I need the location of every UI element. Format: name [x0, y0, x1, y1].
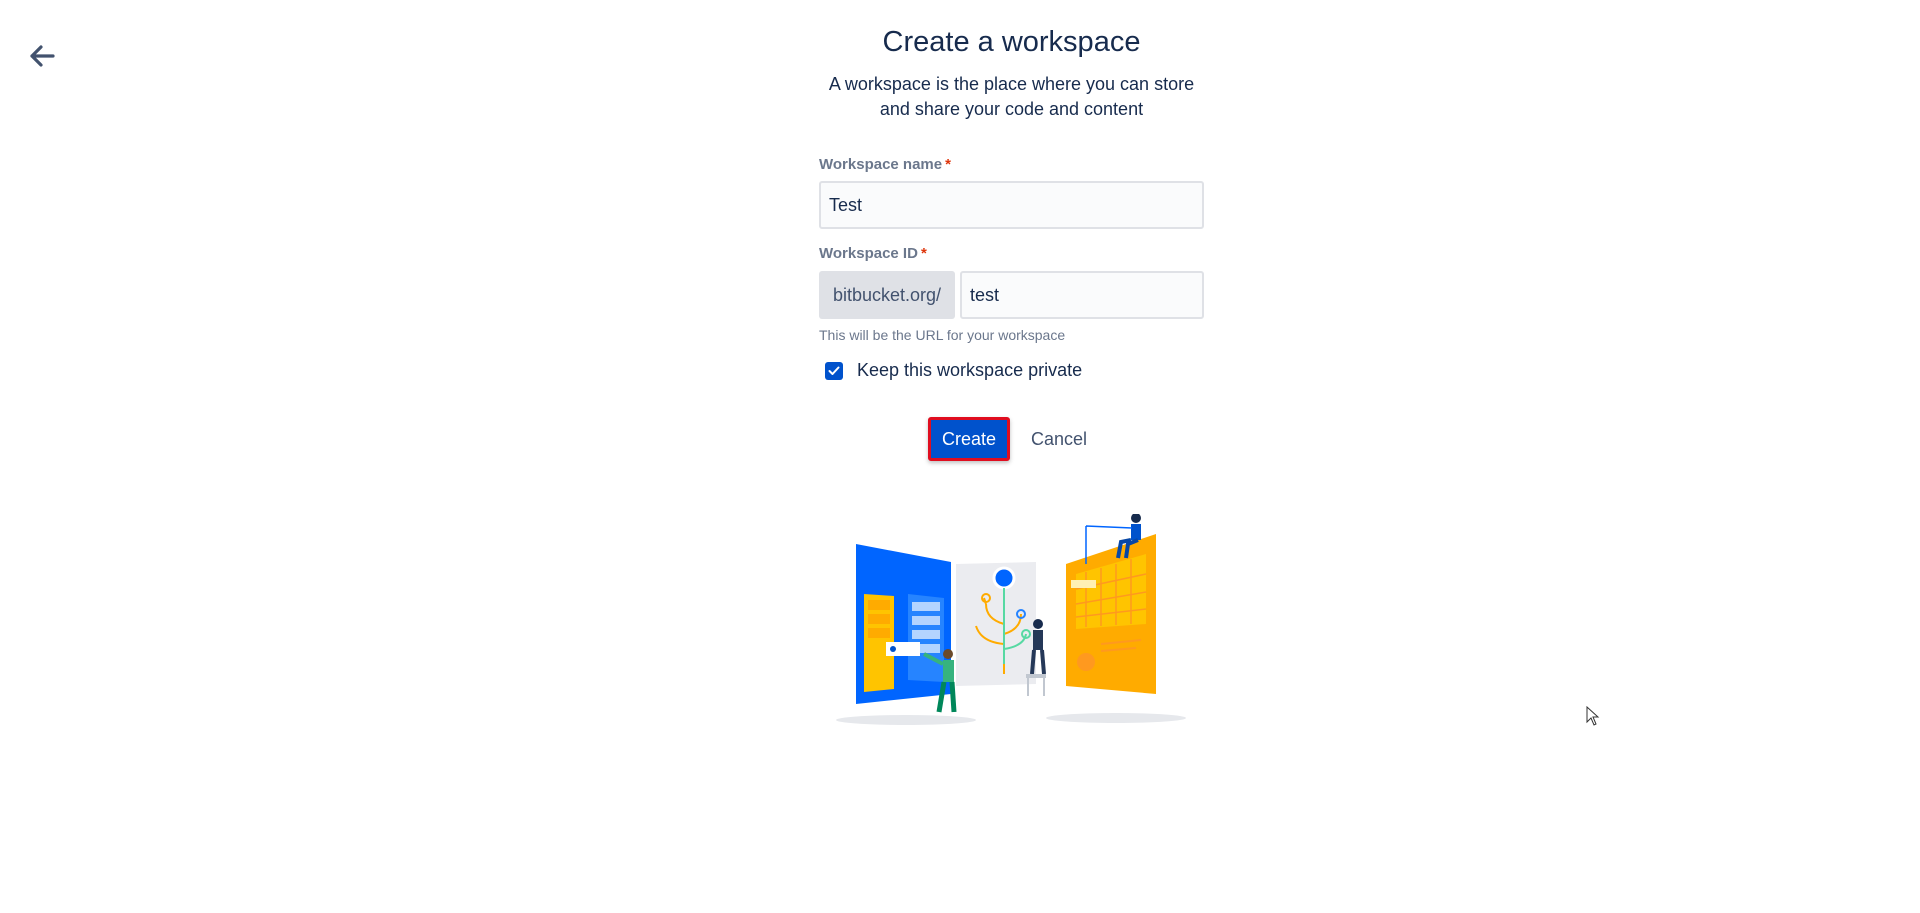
private-checkbox-label: Keep this workspace private	[857, 360, 1083, 380]
required-mark: *	[945, 156, 951, 173]
workspace-illustration	[836, 514, 1186, 725]
workspace-id-label-text: Workspace ID	[819, 245, 918, 262]
workspace-id-helper: This will be the URL for your workspace	[819, 327, 1066, 343]
private-checkbox[interactable]	[825, 361, 843, 380]
subtitle-line-1: A workspace is the place where you can s…	[828, 74, 1195, 94]
arrow-left-icon	[30, 45, 55, 67]
workspace-id-prefix: bitbucket.org/	[819, 271, 955, 319]
private-checkbox-row[interactable]: Keep this workspace private	[825, 360, 1082, 381]
mouse-cursor-icon	[1586, 706, 1600, 726]
page-title: Create a workspace	[882, 26, 1141, 58]
workspace-name-label: Workspace name *	[819, 156, 951, 173]
required-mark: *	[920, 245, 927, 262]
cancel-button[interactable]: Cancel	[1023, 419, 1095, 459]
page: Create a workspace A workspace is the pl…	[0, 0, 1920, 913]
workspace-name-label-text: Workspace name	[819, 156, 943, 173]
page-subtitle: A workspace is the place where you can s…	[819, 72, 1204, 122]
back-button[interactable]	[20, 34, 64, 78]
workspace-id-input[interactable]	[960, 271, 1204, 319]
workspace-id-label: Workspace ID *	[819, 245, 927, 262]
create-button[interactable]: Create	[928, 417, 1010, 461]
subtitle-line-2: and share your code and content	[879, 99, 1144, 119]
workspace-name-input[interactable]	[819, 181, 1204, 229]
checkmark-icon	[828, 366, 840, 375]
